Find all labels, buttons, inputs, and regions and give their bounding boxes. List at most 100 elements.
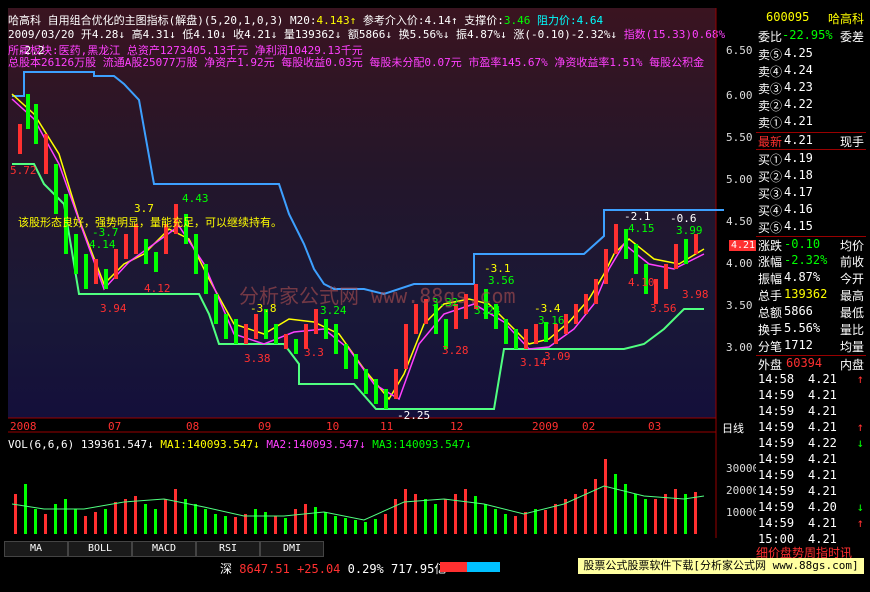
- stat-row: 涨跌 -0.10 均价: [756, 236, 866, 253]
- stat-row: 振幅 4.87% 今开: [756, 270, 866, 286]
- tick-arrow: ↑: [856, 372, 864, 386]
- x-axis-label: 2009: [532, 420, 559, 433]
- buy-label: 买①: [758, 153, 783, 167]
- buy-row[interactable]: 买① 4.19: [756, 151, 866, 167]
- tick-time: 14:59: [758, 516, 795, 530]
- tick-row: 14:59 4.21 ↑: [756, 420, 866, 436]
- tick-price: 4.21: [808, 468, 837, 482]
- outer-inner-row: 外盘 60394 内盘: [756, 355, 866, 372]
- tab-rsi[interactable]: RSI: [196, 541, 260, 557]
- sell-label: 卖②: [758, 99, 783, 113]
- price-marker: 3.56: [488, 274, 515, 287]
- x-axis-label: 2008: [10, 420, 37, 433]
- stat-right-label: 均价: [839, 239, 864, 253]
- y-axis-label: 5.00: [726, 173, 753, 186]
- stock-name-right: 哈高科: [827, 12, 864, 26]
- market-breadth-bar: [440, 562, 500, 572]
- stat-row: 总手 139362 最高: [756, 287, 866, 303]
- price-marker: 3.24: [474, 304, 501, 317]
- price-marker: 4.14: [89, 238, 116, 251]
- outer-value: 60394: [786, 356, 823, 370]
- weibi-label: 委比: [758, 30, 783, 44]
- tick-price: 4.21: [808, 420, 837, 434]
- tick-row: 14:59 4.21: [756, 388, 866, 404]
- y-axis-label: 6.50: [726, 44, 753, 57]
- latest-price: 4.21: [784, 133, 813, 147]
- x-axis-label: 11: [380, 420, 394, 433]
- tick-price: 4.21: [808, 516, 837, 530]
- sell-row[interactable]: 卖② 4.22: [756, 97, 866, 113]
- chart-area[interactable]: 哈高科 自用组合优化的主图指标(解盘)(5,20,1,0,3) M20:4.14…: [4, 4, 766, 538]
- buy-price: 4.15: [784, 219, 813, 233]
- sell-row[interactable]: 卖③ 4.23: [756, 80, 866, 96]
- stat-label: 换手: [758, 323, 783, 337]
- inner-label: 内盘: [839, 358, 864, 372]
- quote-panel: 600095 哈高科 委比 -22.95% 委差 卖⑤ 4.25 卖④ 4.24 卖…: [756, 4, 866, 560]
- outer-label: 外盘: [758, 358, 783, 372]
- tick-price: 4.21: [808, 388, 837, 402]
- tick-row: 14:59 4.20 ↓: [756, 500, 866, 516]
- volume-header: VOL(6,6,6) 139361.547↓ MA1:140093.547↓ M…: [8, 438, 472, 451]
- sell-price: 4.22: [784, 97, 813, 111]
- sell-row[interactable]: 卖⑤ 4.25: [756, 46, 866, 62]
- y-axis-label: 3.00: [726, 341, 753, 354]
- tick-time: 14:59: [758, 388, 795, 402]
- x-axis-label: 07: [108, 420, 122, 433]
- tab-macd[interactable]: MACD: [132, 541, 196, 557]
- tab-ma[interactable]: MA: [4, 541, 68, 557]
- stat-value: -0.10: [784, 237, 821, 251]
- index-change: +25.04: [297, 562, 341, 576]
- price-marker: 3.7: [134, 202, 154, 215]
- x-axis-label: 12: [450, 420, 464, 433]
- sell-label: 卖①: [758, 116, 783, 130]
- tick-time: 14:59: [758, 500, 795, 514]
- stat-value: 139362: [784, 287, 828, 301]
- latest-row: 最新 4.21 现手: [756, 132, 866, 150]
- sell-price: 4.23: [784, 80, 813, 94]
- stat-right-label: 均量: [839, 340, 864, 354]
- price-marker: -2.2: [18, 44, 45, 57]
- stat-label: 总手: [758, 289, 783, 303]
- price-marker: 4.43: [182, 192, 209, 205]
- buy-row[interactable]: 买③ 4.17: [756, 185, 866, 201]
- buy-price: 4.17: [784, 185, 813, 199]
- buy-label: 买②: [758, 170, 783, 184]
- volume-value: 139361.547↓: [80, 438, 154, 451]
- price-marker: 3.24: [320, 304, 347, 317]
- stat-label: 总额: [758, 306, 783, 320]
- buy-row[interactable]: 买② 4.18: [756, 168, 866, 184]
- tick-time: 14:59: [758, 452, 795, 466]
- stock-code: 600095: [766, 10, 810, 24]
- current-price-tag: 4.21: [729, 240, 758, 251]
- x-axis-unit[interactable]: 日线: [722, 420, 744, 436]
- x-axis-label: 08: [186, 420, 200, 433]
- tick-price: 4.22: [808, 436, 837, 450]
- price-marker: 3.32: [432, 296, 459, 309]
- latest-label: 最新: [758, 135, 783, 149]
- tick-price: 4.20: [808, 500, 837, 514]
- sell-row[interactable]: 卖① 4.21: [756, 114, 866, 130]
- tick-arrow: ↓: [856, 500, 864, 514]
- price-marker: 3.3: [304, 346, 324, 359]
- index-value: 8647.51: [239, 562, 290, 576]
- price-marker: 3.16: [538, 314, 565, 327]
- ad-banner[interactable]: 股票公式股票软件下载[分析家公式网 www.88gs.com]: [578, 558, 864, 574]
- sell-row[interactable]: 卖④ 4.24: [756, 63, 866, 79]
- price-marker: -3.8: [250, 302, 277, 315]
- stat-row: 涨幅 -2.32% 前收: [756, 253, 866, 269]
- tab-dmi[interactable]: DMI: [260, 541, 324, 557]
- index-name: 深: [220, 562, 233, 576]
- buy-row[interactable]: 买⑤ 4.15: [756, 219, 866, 235]
- tick-arrow: ↑: [856, 420, 864, 434]
- stat-right-label: 最高: [839, 289, 864, 303]
- tick-time: 14:58: [758, 372, 795, 386]
- volume-ma1: MA1:140093.547↓: [160, 438, 260, 451]
- stat-right-label: 前收: [839, 255, 864, 269]
- stat-row: 总额 5866 最低: [756, 304, 866, 320]
- tab-boll[interactable]: BOLL: [68, 541, 132, 557]
- buy-row[interactable]: 买④ 4.16: [756, 202, 866, 218]
- price-marker: 3.38: [244, 352, 271, 365]
- buy-price: 4.19: [784, 151, 813, 165]
- stat-row: 换手 5.56% 量比: [756, 321, 866, 337]
- volume-label: VOL(6,6,6): [8, 438, 75, 451]
